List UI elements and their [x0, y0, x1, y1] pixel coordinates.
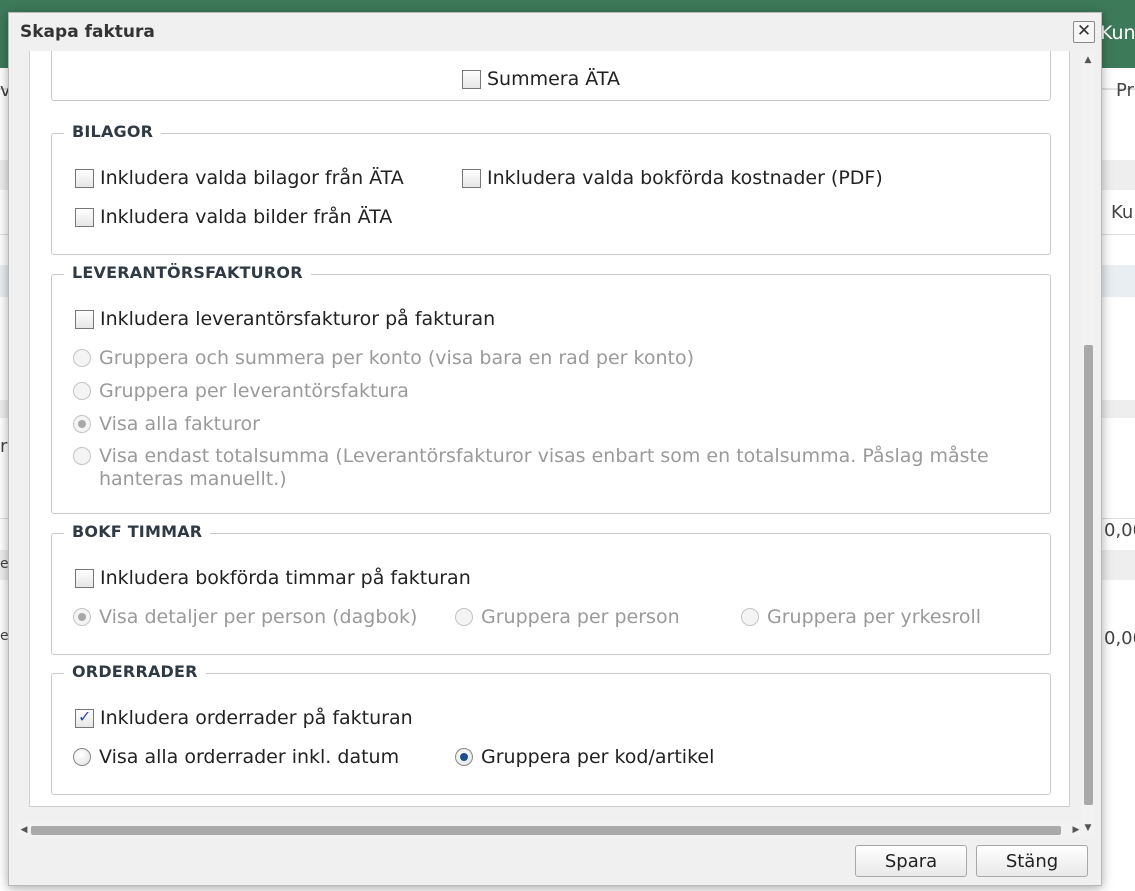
radio-show-total-only[interactable]: Visa endast totalsumma (Leverantörsfaktu…	[73, 445, 1033, 491]
option-include-booked-costs-pdf[interactable]: Inkludera valda bokförda kostnader (PDF)	[462, 167, 883, 189]
radio-group-per-account[interactable]: Gruppera och summera per konto (visa bar…	[73, 347, 694, 369]
scroll-right-icon[interactable]: ▶	[1069, 823, 1083, 837]
option-label: Visa alla fakturor	[99, 413, 260, 435]
dialog-content: Summera ÄTA BILAGOR Inkludera valda bila…	[29, 51, 1070, 807]
option-label: Inkludera leverantörsfakturor på faktura…	[100, 308, 496, 330]
close-icon[interactable]: ✕	[1073, 21, 1095, 43]
option-include-ata-images[interactable]: Inkludera valda bilder från ÄTA	[75, 206, 392, 228]
option-label: Inkludera valda bilagor från ÄTA	[100, 167, 404, 189]
section-leverantorsfakturor: LEVERANTÖRSFAKTUROR Inkludera leverantör…	[51, 263, 1051, 514]
option-include-order-rows[interactable]: Inkludera orderrader på fakturan	[75, 707, 413, 729]
option-summera-ata[interactable]: Summera ÄTA	[462, 68, 620, 90]
option-include-supplier-invoices[interactable]: Inkludera leverantörsfakturor på faktura…	[75, 308, 495, 330]
option-label: Inkludera bokförda timmar på fakturan	[100, 567, 471, 589]
scroll-up-icon[interactable]: ▲	[1081, 53, 1095, 67]
radio-group-per-person[interactable]: Gruppera per person	[455, 606, 680, 628]
radio-group-per-supplier-invoice[interactable]: Gruppera per leverantörsfaktura	[73, 380, 409, 402]
horizontal-scrollbar[interactable]: ◀ ▶	[17, 823, 1083, 837]
option-label: Visa endast totalsumma (Leverantörsfaktu…	[99, 445, 989, 490]
bg-text: 0,00	[1104, 520, 1135, 541]
section-ata: Summera ÄTA	[51, 51, 1051, 101]
create-invoice-dialog: Skapa faktura ✕ Summera ÄTA BILAGOR Inkl…	[8, 12, 1102, 886]
save-button[interactable]: Spara	[855, 845, 967, 877]
dialog-scroll-area: Summera ÄTA BILAGOR Inkludera valda bila…	[17, 51, 1097, 837]
dialog-titlebar[interactable]: Skapa faktura ✕	[9, 13, 1101, 51]
option-label: Summera ÄTA	[487, 68, 620, 90]
vertical-scrollbar[interactable]: ▲ ▼	[1081, 51, 1095, 837]
radio-show-all-order-rows[interactable]: Visa alla orderrader inkl. datum	[73, 746, 399, 768]
section-bilagor: BILAGOR Inkludera valda bilagor från ÄTA…	[51, 122, 1051, 255]
option-label: Gruppera per leverantörsfaktura	[99, 380, 409, 402]
radio-button[interactable]	[73, 415, 91, 433]
checkbox-include-booked-hours[interactable]	[75, 568, 94, 588]
section-bokf-timmar: BOKF TIMMAR Inkludera bokförda timmar på…	[51, 522, 1051, 655]
radio-button[interactable]	[73, 748, 91, 766]
legend-bokf-timmar: BOKF TIMMAR	[64, 522, 211, 541]
dialog-title: Skapa faktura	[20, 22, 155, 42]
option-label: Gruppera per person	[481, 606, 680, 628]
close-button[interactable]: Stäng	[976, 845, 1088, 877]
checkbox-include-ata-images[interactable]	[75, 207, 94, 227]
option-include-booked-hours[interactable]: Inkludera bokförda timmar på fakturan	[75, 567, 471, 589]
radio-button[interactable]	[73, 382, 91, 400]
option-label: Visa detaljer per person (dagbok)	[99, 606, 418, 628]
bg-text: Kur	[1111, 202, 1135, 223]
radio-button[interactable]	[73, 447, 91, 465]
legend-bilagor: BILAGOR	[64, 122, 162, 141]
radio-show-all-invoices[interactable]: Visa alla fakturor	[73, 413, 260, 435]
radio-button[interactable]	[73, 349, 91, 367]
radio-group-per-code[interactable]: Gruppera per kod/artikel	[455, 746, 714, 768]
section-orderrader: ORDERRADER Inkludera orderrader på faktu…	[51, 662, 1051, 795]
bg-text: r	[0, 436, 8, 457]
legend-leverantorsfakturor: LEVERANTÖRSFAKTUROR	[64, 263, 311, 282]
radio-button[interactable]	[455, 748, 473, 766]
radio-button[interactable]	[741, 608, 759, 626]
option-label: Inkludera valda bokförda kostnader (PDF)	[487, 167, 883, 189]
checkbox-include-supplier-invoices[interactable]	[75, 309, 94, 329]
checkbox-include-order-rows[interactable]	[75, 707, 94, 728]
checkbox-summera-ata[interactable]	[462, 69, 481, 89]
bg-text: Pr	[1116, 80, 1134, 101]
option-include-ata-attachments[interactable]: Inkludera valda bilagor från ÄTA	[75, 167, 404, 189]
scroll-down-icon[interactable]: ▼	[1081, 821, 1095, 835]
checkbox-include-ata-attachments[interactable]	[75, 168, 94, 188]
option-label: Gruppera per yrkesroll	[767, 606, 982, 628]
option-label: Visa alla orderrader inkl. datum	[99, 746, 400, 768]
checkbox-include-booked-costs-pdf[interactable]	[462, 168, 481, 188]
option-label: Gruppera per kod/artikel	[481, 746, 715, 768]
radio-details-per-person[interactable]: Visa detaljer per person (dagbok)	[73, 606, 417, 628]
legend-orderrader: ORDERRADER	[64, 662, 206, 681]
header-customer-label: Kun	[1100, 22, 1135, 44]
radio-button[interactable]	[455, 608, 473, 626]
vertical-scroll-thumb[interactable]	[1084, 345, 1093, 805]
radio-group-per-role[interactable]: Gruppera per yrkesroll	[741, 606, 981, 628]
option-label: Gruppera och summera per konto (visa bar…	[99, 347, 695, 369]
horizontal-scroll-thumb[interactable]	[31, 826, 1061, 835]
option-label: Inkludera valda bilder från ÄTA	[100, 206, 393, 228]
bg-text: 0,00	[1104, 628, 1135, 649]
scroll-left-icon[interactable]: ◀	[17, 823, 31, 837]
option-label: Inkludera orderrader på fakturan	[100, 707, 413, 729]
radio-button[interactable]	[73, 608, 91, 626]
